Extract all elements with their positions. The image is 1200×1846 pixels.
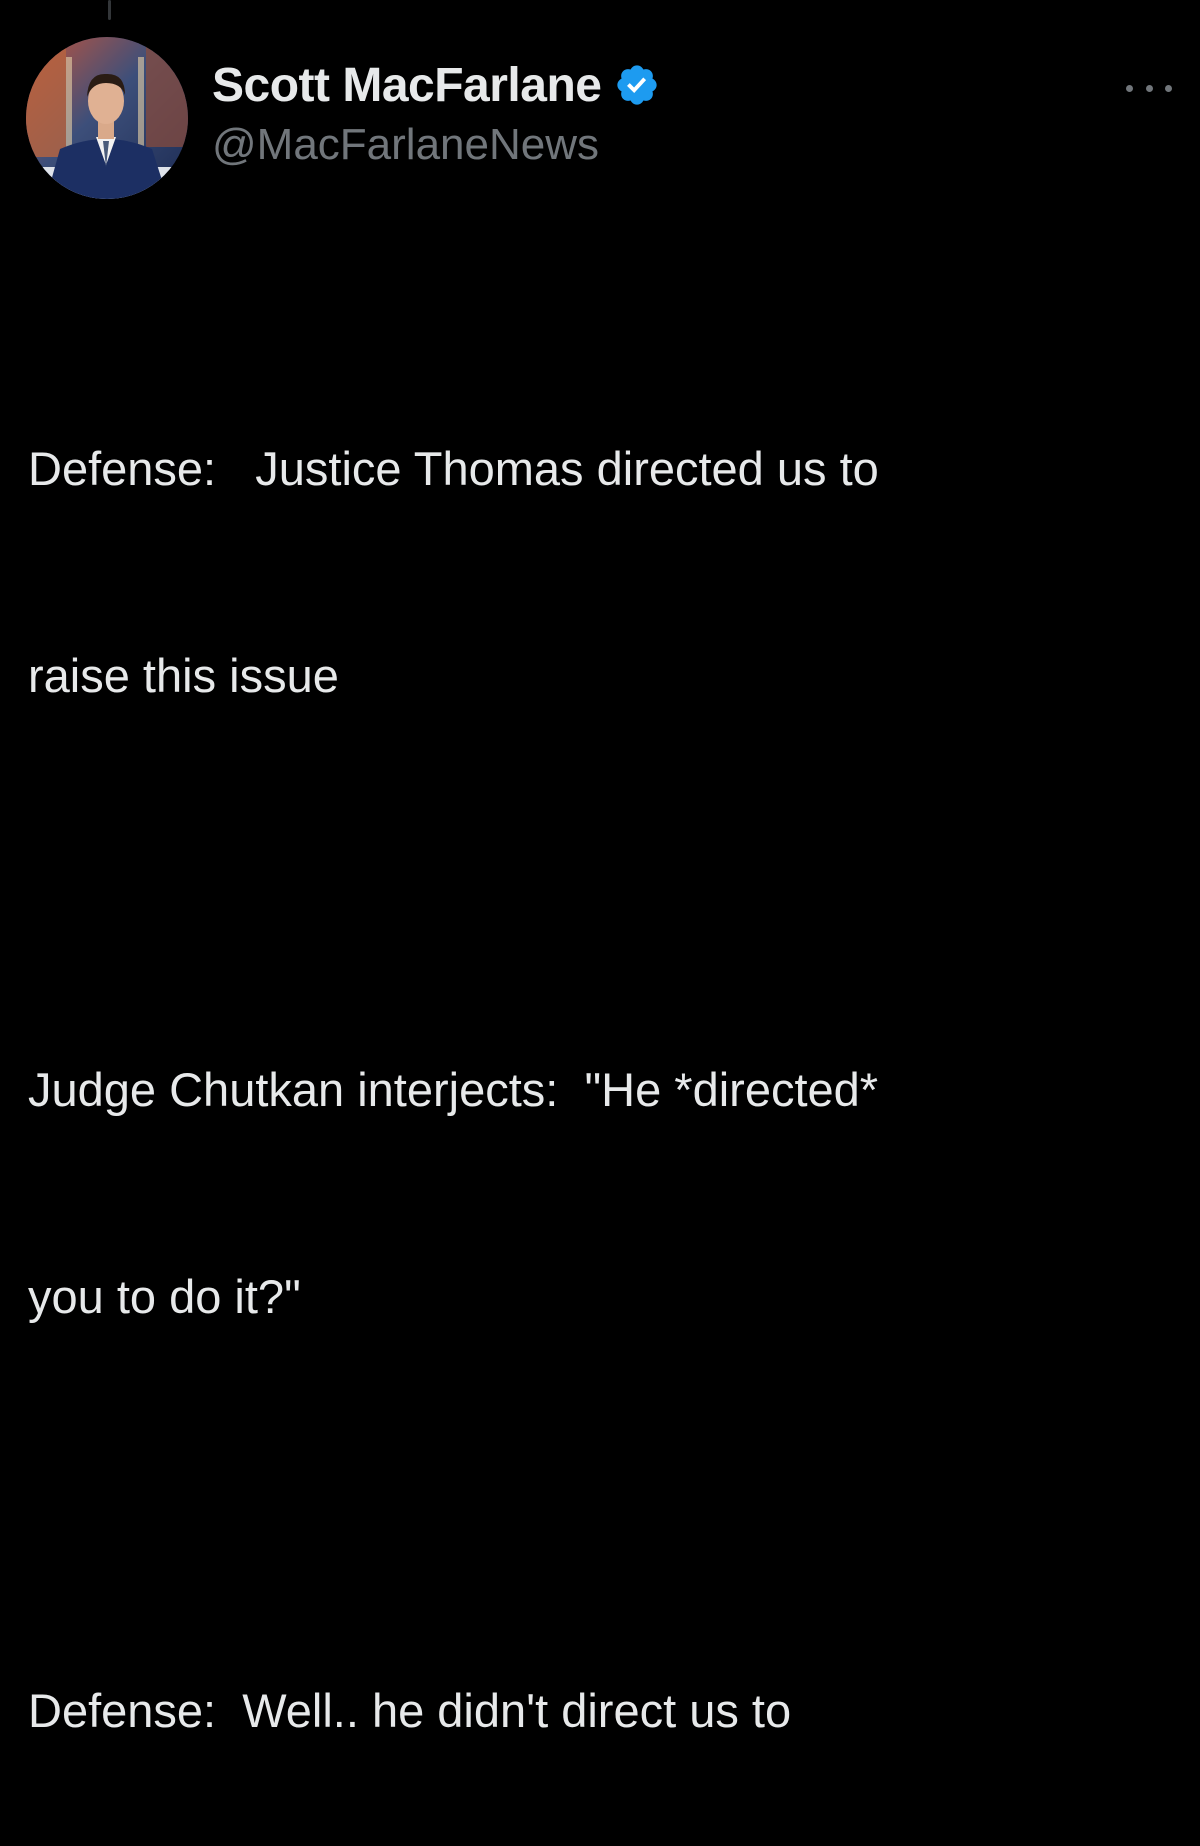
tweet-line: Judge Chutkan interjects: "He *directed*: [28, 1063, 879, 1116]
author-handle[interactable]: @MacFarlaneNews: [212, 120, 663, 170]
tweet-text: Defense: Justice Thomas directed us to r…: [28, 296, 1168, 1846]
tweet-line: Defense: Well.. he didn't direct us to: [28, 1684, 792, 1737]
avatar[interactable]: [26, 37, 188, 199]
tweet-paragraph: Judge Chutkan interjects: "He *directed*…: [28, 917, 1168, 1469]
tweet-line: raise this issue: [28, 649, 339, 702]
author-display-name[interactable]: Scott MacFarlane: [212, 58, 602, 113]
more-dot: [1165, 84, 1172, 92]
name-row: Scott MacFarlane: [212, 52, 663, 118]
tweet-header: Scott MacFarlane @MacFarlaneNews: [212, 52, 663, 170]
verified-badge-icon[interactable]: [611, 59, 663, 111]
more-options-icon[interactable]: [1126, 76, 1172, 100]
tweet-line: you to do it?": [28, 1270, 301, 1323]
more-dot: [1126, 84, 1133, 92]
tweet-paragraph: Defense: Well.. he didn't direct us to: [28, 1538, 1168, 1846]
profile-photo: [26, 37, 188, 199]
tweet-line: Defense: Justice Thomas directed us to: [28, 442, 879, 495]
more-dot: [1145, 84, 1153, 92]
tweet-paragraph: Defense: Justice Thomas directed us to r…: [28, 296, 1168, 848]
thread-connector-line: [108, 0, 111, 20]
